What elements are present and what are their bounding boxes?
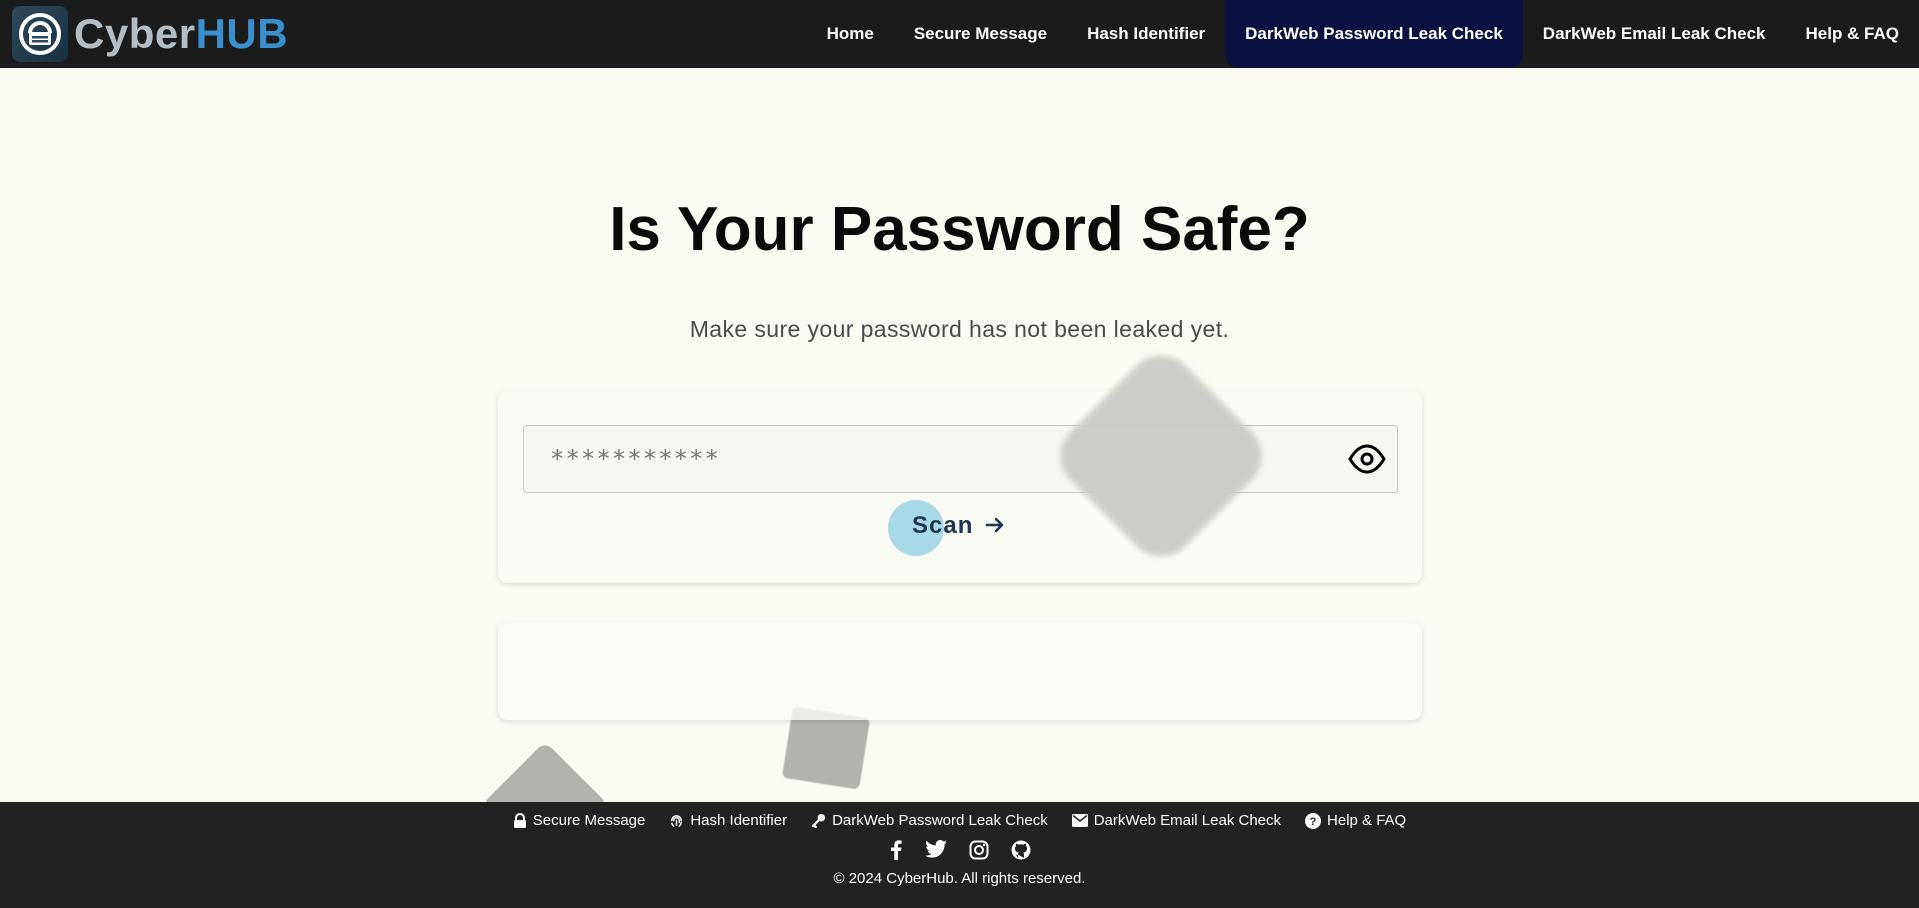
eye-icon[interactable]: [1347, 440, 1387, 478]
svg-text:?: ?: [1310, 816, 1317, 828]
scan-button[interactable]: Scan: [888, 500, 1016, 556]
footer-link-label: Hash Identifier: [690, 812, 788, 829]
nav-help-faq[interactable]: Help & FAQ: [1785, 0, 1919, 68]
envelope-icon: [1071, 814, 1088, 827]
top-navbar: CyberHUB Home Secure Message Hash Identi…: [0, 0, 1919, 68]
question-circle-icon: ?: [1305, 812, 1322, 829]
social-links: [0, 840, 1919, 860]
page-title: Is Your Password Safe?: [609, 195, 1310, 264]
password-field-wrapper: [523, 425, 1398, 493]
result-panel: [498, 622, 1422, 720]
nav-links: Home Secure Message Hash Identifier Dark…: [807, 0, 1919, 68]
copyright-text: © 2024 CyberHub. All rights reserved.: [833, 870, 1086, 887]
instagram-icon[interactable]: [969, 840, 989, 860]
footer-link-label: DarkWeb Email Leak Check: [1093, 812, 1282, 829]
github-icon[interactable]: [1011, 840, 1031, 860]
nav-darkweb-email-leak-check[interactable]: DarkWeb Email Leak Check: [1523, 0, 1786, 68]
twitter-icon[interactable]: [924, 840, 947, 860]
footer-link-help-faq[interactable]: ? Help & FAQ: [1305, 812, 1406, 829]
arrow-right-icon: [985, 516, 1005, 539]
footer-links: Secure Message Hash Identifier DarkWeb P…: [0, 812, 1919, 829]
footer-link-hash-identifier[interactable]: Hash Identifier: [669, 812, 787, 829]
brand-name: CyberHUB: [74, 10, 288, 58]
nav-secure-message[interactable]: Secure Message: [894, 0, 1067, 68]
footer-link-label: DarkWeb Password Leak Check: [832, 812, 1048, 829]
footer-link-darkweb-password-leak-check[interactable]: DarkWeb Password Leak Check: [811, 812, 1048, 829]
facebook-icon[interactable]: [889, 840, 903, 860]
fingerprint-icon: [669, 813, 684, 828]
footer-link-label: Help & FAQ: [1327, 812, 1407, 829]
nav-hash-identifier[interactable]: Hash Identifier: [1067, 0, 1225, 68]
brand-name-part2: HUB: [195, 10, 289, 57]
lock-icon: [513, 812, 527, 829]
scan-button-label: Scan: [912, 512, 974, 539]
nav-darkweb-password-leak-check[interactable]: DarkWeb Password Leak Check: [1225, 0, 1523, 68]
page-subtitle: Make sure your password has not been lea…: [689, 316, 1230, 342]
footer: Secure Message Hash Identifier DarkWeb P…: [0, 802, 1919, 908]
footer-link-label: Secure Message: [532, 812, 646, 829]
password-check-card: Scan: [498, 390, 1422, 583]
logo-icon: [12, 6, 68, 62]
brand[interactable]: CyberHUB: [12, 6, 288, 62]
key-icon: [811, 813, 826, 828]
footer-link-darkweb-email-leak-check[interactable]: DarkWeb Email Leak Check: [1071, 812, 1282, 829]
footer-link-secure-message[interactable]: Secure Message: [513, 812, 646, 829]
brand-name-part1: Cyber: [74, 10, 196, 57]
nav-home[interactable]: Home: [807, 0, 894, 68]
